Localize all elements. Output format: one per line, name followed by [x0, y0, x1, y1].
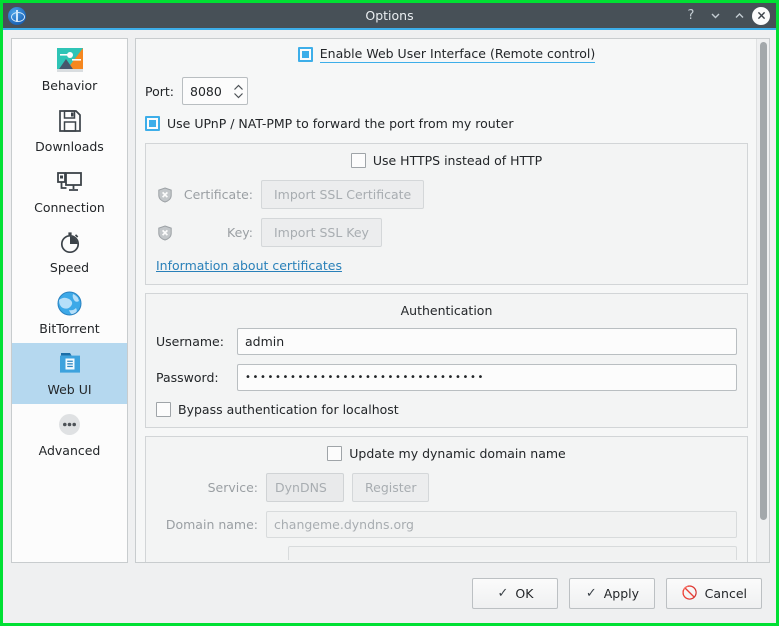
bypass-auth-label: Bypass authentication for localhost [178, 402, 399, 417]
sidebar-item-label: Web UI [47, 381, 92, 397]
scrollbar-thumb[interactable] [760, 42, 767, 520]
dialog-body: Behavior Downloads Connection Speed BitT… [3, 30, 776, 571]
use-https-label: Use HTTPS instead of HTTP [372, 153, 543, 168]
password-value: •••••••••••••••••••••••••••••••• [245, 372, 485, 383]
shield-disabled-icon [156, 224, 173, 241]
ok-button[interactable]: ✓ OK [472, 577, 559, 609]
username-input[interactable]: admin [237, 328, 737, 355]
vertical-scrollbar[interactable] [756, 39, 769, 562]
password-input[interactable]: •••••••••••••••••••••••••••••••• [237, 364, 737, 391]
enable-webui-row: Enable Web User Interface (Remote contro… [145, 46, 748, 63]
web-folder-icon [55, 349, 85, 379]
settings-sidebar: Behavior Downloads Connection Speed BitT… [11, 38, 128, 563]
check-icon: ✓ [497, 585, 509, 601]
enable-webui-checkbox[interactable] [297, 47, 313, 62]
certificate-label: Certificate: [183, 187, 253, 202]
upnp-row: Use UPnP / NAT-PMP to forward the port f… [145, 116, 748, 131]
cancel-button[interactable]: 🚫 Cancel [666, 577, 762, 609]
apply-button[interactable]: ✓ Apply [569, 577, 656, 609]
enable-webui-label: Enable Web User Interface (Remote contro… [319, 46, 596, 63]
stopwatch-icon [55, 227, 85, 257]
apply-button-label: Apply [603, 585, 640, 601]
update-dyndns-checkbox[interactable] [327, 446, 343, 461]
sidebar-item-web-ui[interactable]: Web UI [12, 342, 127, 404]
register-button[interactable]: Register [352, 473, 430, 502]
globe-icon [55, 288, 85, 318]
close-button[interactable] [752, 6, 770, 25]
use-https-checkbox[interactable] [350, 153, 366, 168]
upnp-label: Use UPnP / NAT-PMP to forward the port f… [167, 116, 514, 131]
qbittorrent-logo-icon [8, 6, 26, 25]
bypass-auth-row: Bypass authentication for localhost [156, 402, 737, 417]
behavior-image-icon [55, 45, 85, 75]
port-label: Port: [145, 83, 174, 99]
minimize-button[interactable] [704, 5, 726, 27]
service-select[interactable]: DynDNS [266, 473, 344, 502]
https-group: Use HTTPS instead of HTTP Certificate: I… [145, 143, 748, 285]
next-field-partial[interactable] [288, 546, 737, 560]
https-row: Use HTTPS instead of HTTP [156, 153, 737, 168]
port-value: 8080 [190, 83, 222, 99]
sidebar-item-label: Connection [34, 199, 105, 215]
network-computer-icon [55, 167, 85, 197]
sidebar-item-label: Behavior [41, 78, 98, 93]
settings-content: Enable Web User Interface (Remote contro… [136, 39, 756, 562]
port-spin-arrows[interactable] [229, 84, 247, 99]
import-ssl-certificate-button[interactable]: Import SSL Certificate [261, 180, 425, 209]
sidebar-item-speed[interactable]: Speed [12, 221, 127, 282]
service-label: Service: [207, 480, 258, 495]
ellipsis-circle-icon [55, 410, 85, 440]
no-entry-icon: 🚫 [681, 585, 698, 601]
window-title: Options [365, 8, 414, 23]
username-row: Username: admin [156, 328, 737, 355]
service-row: Service: DynDNS Register [156, 473, 737, 502]
dialog-footer: ✓ OK ✓ Apply 🚫 Cancel [3, 571, 776, 623]
floppy-save-icon [55, 106, 85, 136]
ok-button-label: OK [515, 585, 534, 601]
check-icon: ✓ [585, 585, 597, 601]
key-label: Key: [227, 225, 253, 240]
certificates-info-link[interactable]: Information about certificates [156, 258, 342, 273]
password-label: Password: [156, 370, 219, 385]
sidebar-item-downloads[interactable]: Downloads [12, 100, 127, 161]
title-bar: Options ? [3, 3, 776, 30]
domain-name-row: Domain name: changeme.dyndns.org [156, 511, 737, 538]
help-button[interactable]: ? [680, 5, 702, 27]
sidebar-item-label: Speed [49, 260, 90, 276]
port-stepper[interactable]: 8080 [182, 77, 248, 105]
bypass-auth-checkbox[interactable] [156, 402, 171, 417]
settings-scroll-area: Enable Web User Interface (Remote contro… [135, 38, 770, 563]
sidebar-item-connection[interactable]: Connection [12, 161, 127, 222]
password-row: Password: ••••••••••••••••••••••••••••••… [156, 364, 737, 391]
update-dyndns-label: Update my dynamic domain name [349, 446, 566, 461]
update-dyndns-row: Update my dynamic domain name [156, 446, 737, 461]
authentication-title: Authentication [400, 303, 493, 318]
import-ssl-key-button[interactable]: Import SSL Key [261, 218, 382, 247]
cancel-button-label: Cancel [704, 585, 747, 601]
certificate-row: Certificate: Import SSL Certificate [156, 180, 737, 209]
options-window: Options ? Behavior Downloads Connection … [3, 3, 776, 623]
authentication-group: Authentication Username: admin Password:… [145, 293, 748, 428]
service-value: DynDNS [275, 480, 327, 495]
domain-name-input[interactable]: changeme.dyndns.org [266, 511, 737, 538]
upnp-checkbox[interactable] [145, 116, 160, 131]
web-ui-settings-panel: Enable Web User Interface (Remote contro… [135, 38, 770, 563]
sidebar-item-bittorrent[interactable]: BitTorrent [12, 282, 127, 343]
maximize-button[interactable] [728, 5, 750, 27]
sidebar-item-behavior[interactable]: Behavior [12, 39, 127, 100]
port-row: Port: 8080 [145, 77, 748, 105]
key-row: Key: Import SSL Key [156, 218, 737, 247]
sidebar-item-advanced[interactable]: Advanced [12, 404, 127, 465]
sidebar-item-label: Downloads [35, 138, 104, 154]
window-controls: ? [680, 5, 776, 27]
dyndns-group: Update my dynamic domain name Service: D… [145, 436, 748, 562]
sidebar-item-label: Advanced [38, 442, 101, 458]
shield-disabled-icon [156, 186, 173, 203]
domain-name-label: Domain name: [165, 517, 258, 532]
sidebar-item-label: BitTorrent [39, 321, 100, 336]
username-label: Username: [156, 334, 224, 349]
